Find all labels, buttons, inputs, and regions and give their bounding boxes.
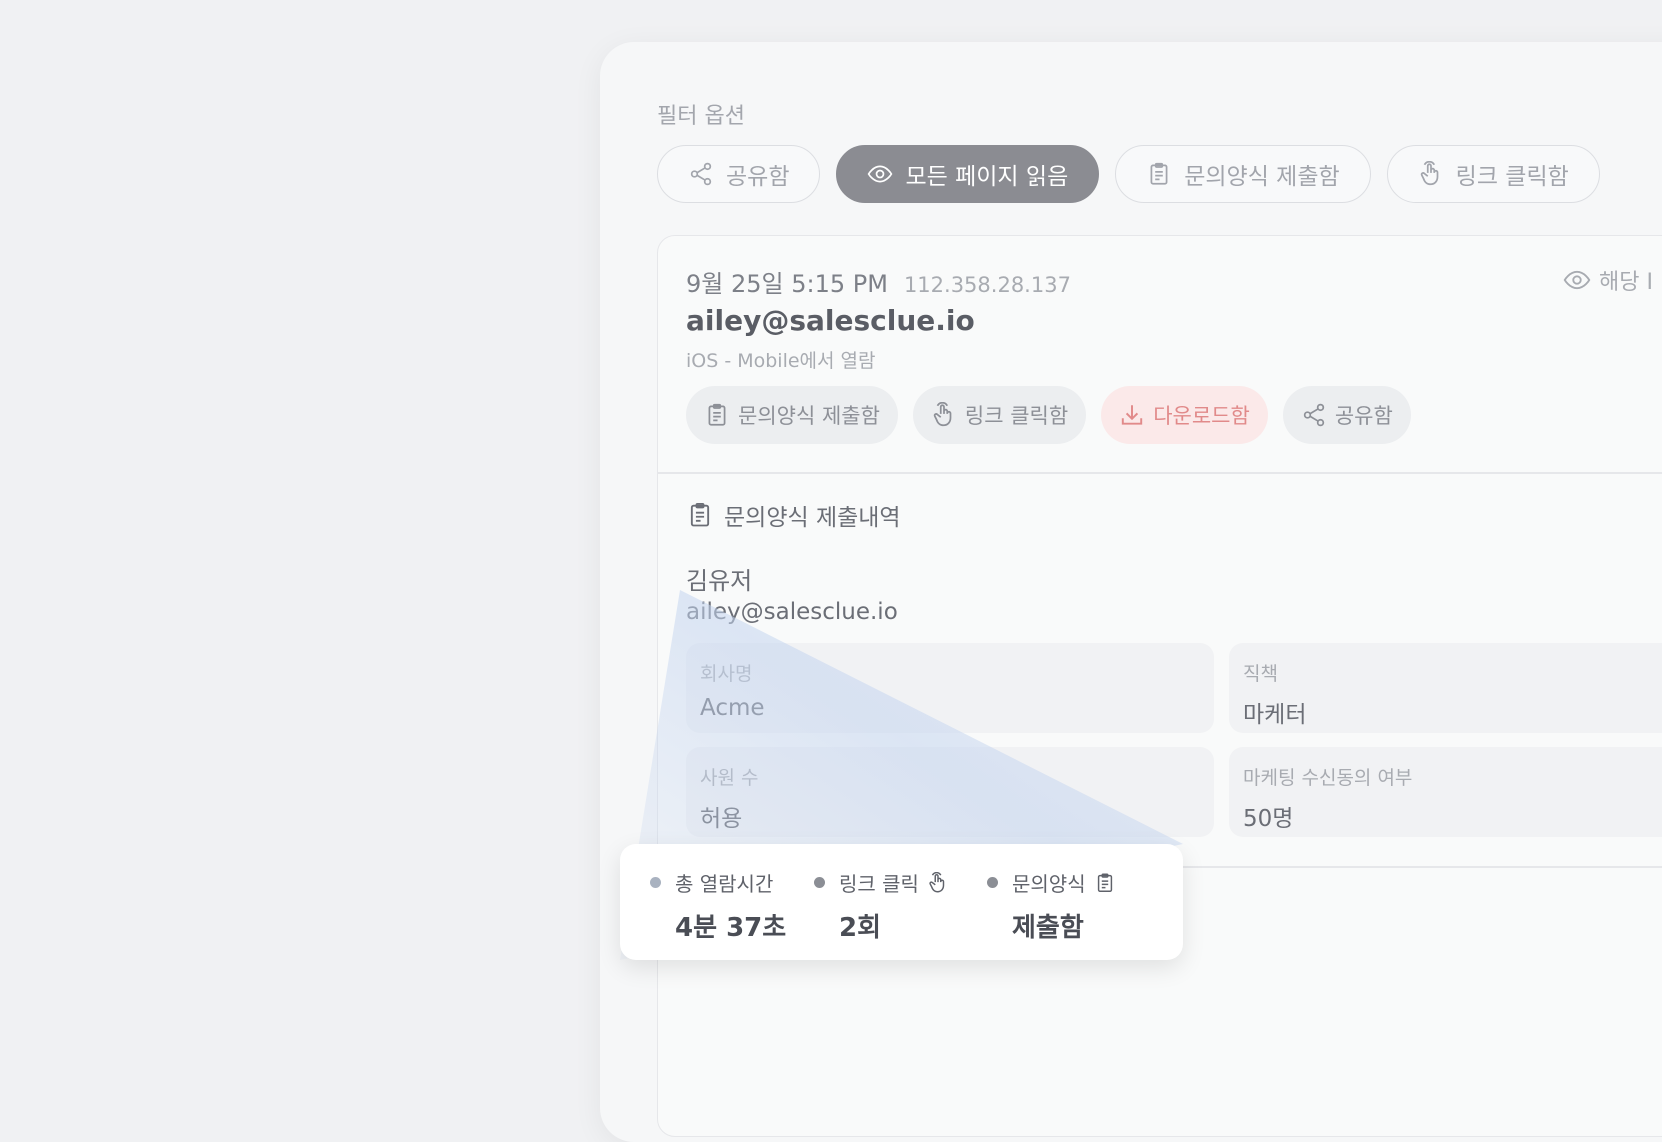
- activity-card: 9월 25일 5:15 PM 112.358.28.137 해당 I ailey…: [657, 235, 1662, 1137]
- hand-pointer-icon: [929, 871, 945, 892]
- filter-chip-label: 문의양식 제출함: [1184, 164, 1340, 190]
- submitter-name: 김유저: [686, 567, 753, 595]
- filter-chip-label: 모든 페이지 읽음: [905, 164, 1069, 190]
- visitor-email: ailey@salesclue.io: [686, 304, 975, 337]
- download-icon: [1122, 405, 1143, 425]
- share-icon: [1303, 403, 1324, 427]
- clipboard-icon: [1097, 873, 1112, 892]
- activity-tag-row: 문의양식 제출함 링크 클릭함 다운로드함 공유함: [686, 386, 1411, 444]
- view-page-link[interactable]: 해당 I: [1563, 264, 1653, 296]
- filter-title: 필터 옵션: [657, 104, 745, 129]
- filter-chip-all-pages-read[interactable]: 모든 페이지 읽음: [836, 145, 1100, 203]
- filter-chip-shared[interactable]: 공유함: [657, 145, 821, 203]
- filter-chip-link-clicked[interactable]: 링크 클릭함: [1386, 145, 1600, 203]
- tag-downloaded: 다운로드함: [1101, 386, 1268, 444]
- activity-meta: 9월 25일 5:15 PM 112.358.28.137: [686, 264, 1071, 299]
- stat-form: 문의양식 제출함: [987, 868, 1116, 944]
- tag-shared: 공유함: [1282, 386, 1411, 444]
- tag-link-clicked: 링크 클릭함: [912, 386, 1087, 444]
- field-job-title: 직책 마케터: [1229, 643, 1662, 733]
- field-label: 직책: [1243, 663, 1278, 685]
- tag-label: 다운로드함: [1153, 404, 1250, 428]
- tag-form-submitted: 문의양식 제출함: [686, 386, 898, 444]
- tag-label: 문의양식 제출함: [738, 404, 880, 428]
- filter-chip-label: 공유함: [726, 164, 790, 190]
- field-label: 회사명: [700, 663, 753, 685]
- clipboard-icon: [708, 403, 726, 426]
- field-marketing-consent: 마케팅 수신동의 여부 50명: [1229, 747, 1662, 837]
- field-value: 마케터: [1243, 702, 1307, 728]
- eye-icon: [1563, 270, 1591, 290]
- activity-panel: 필터 옵션 공유함 모든 페이지 읽음 문의양식 제출함 링크 클릭함 9월 2…: [600, 42, 1662, 1142]
- stat-label: 총 열람시간: [675, 872, 774, 896]
- filter-chip-row: 공유함 모든 페이지 읽음 문의양식 제출함 링크 클릭함: [657, 145, 1600, 203]
- card-divider: [658, 472, 1662, 474]
- stat-label: 문의양식: [1012, 872, 1086, 896]
- hand-pointer-icon: [933, 402, 952, 427]
- filter-chip-form-submitted[interactable]: 문의양식 제출함: [1115, 145, 1371, 203]
- activity-date: 9월 25일 5:15 PM: [686, 270, 888, 298]
- submission-title-text: 문의양식 제출내역: [724, 505, 901, 531]
- activity-ip: 112.358.28.137: [903, 273, 1071, 297]
- view-page-link-label: 해당 I: [1599, 270, 1653, 295]
- status-dot: [650, 877, 661, 888]
- field-value: 50명: [1243, 806, 1294, 832]
- field-value: Acme: [700, 695, 765, 721]
- share-icon: [690, 162, 712, 186]
- clipboard-icon: [1150, 162, 1168, 185]
- submission-section-title: 문의양식 제출내역: [686, 498, 901, 532]
- stat-value: 제출함: [1012, 913, 1084, 943]
- stat-label: 링크 클릭: [839, 872, 919, 896]
- tag-label: 공유함: [1334, 404, 1393, 428]
- stat-link-clicks: 링크 클릭 2회: [814, 868, 949, 944]
- field-company: 회사명 Acme: [686, 643, 1214, 733]
- eye-icon: [868, 165, 893, 183]
- field-value: 허용: [700, 806, 743, 832]
- field-label: 사원 수: [700, 767, 759, 789]
- submitter-email: ailey@salesclue.io: [686, 599, 898, 625]
- status-dot: [814, 877, 825, 888]
- filter-chip-label: 링크 클릭함: [1455, 164, 1569, 190]
- stat-total-view-time: 총 열람시간 4분 37초: [650, 868, 786, 944]
- stat-value: 4분 37초: [675, 913, 787, 943]
- stat-value: 2회: [839, 913, 882, 943]
- clipboard-icon: [690, 502, 710, 527]
- hand-pointer-icon: [1420, 161, 1439, 186]
- summary-popover: 총 열람시간 4분 37초 링크 클릭 2회 문의양식 제출함: [620, 844, 1183, 960]
- tag-label: 링크 클릭함: [964, 404, 1069, 428]
- field-label: 마케팅 수신동의 여부: [1243, 767, 1413, 789]
- field-employee-count: 사원 수 허용: [686, 747, 1214, 837]
- visitor-device: iOS - Mobile에서 열람: [686, 350, 876, 372]
- status-dot: [987, 877, 998, 888]
